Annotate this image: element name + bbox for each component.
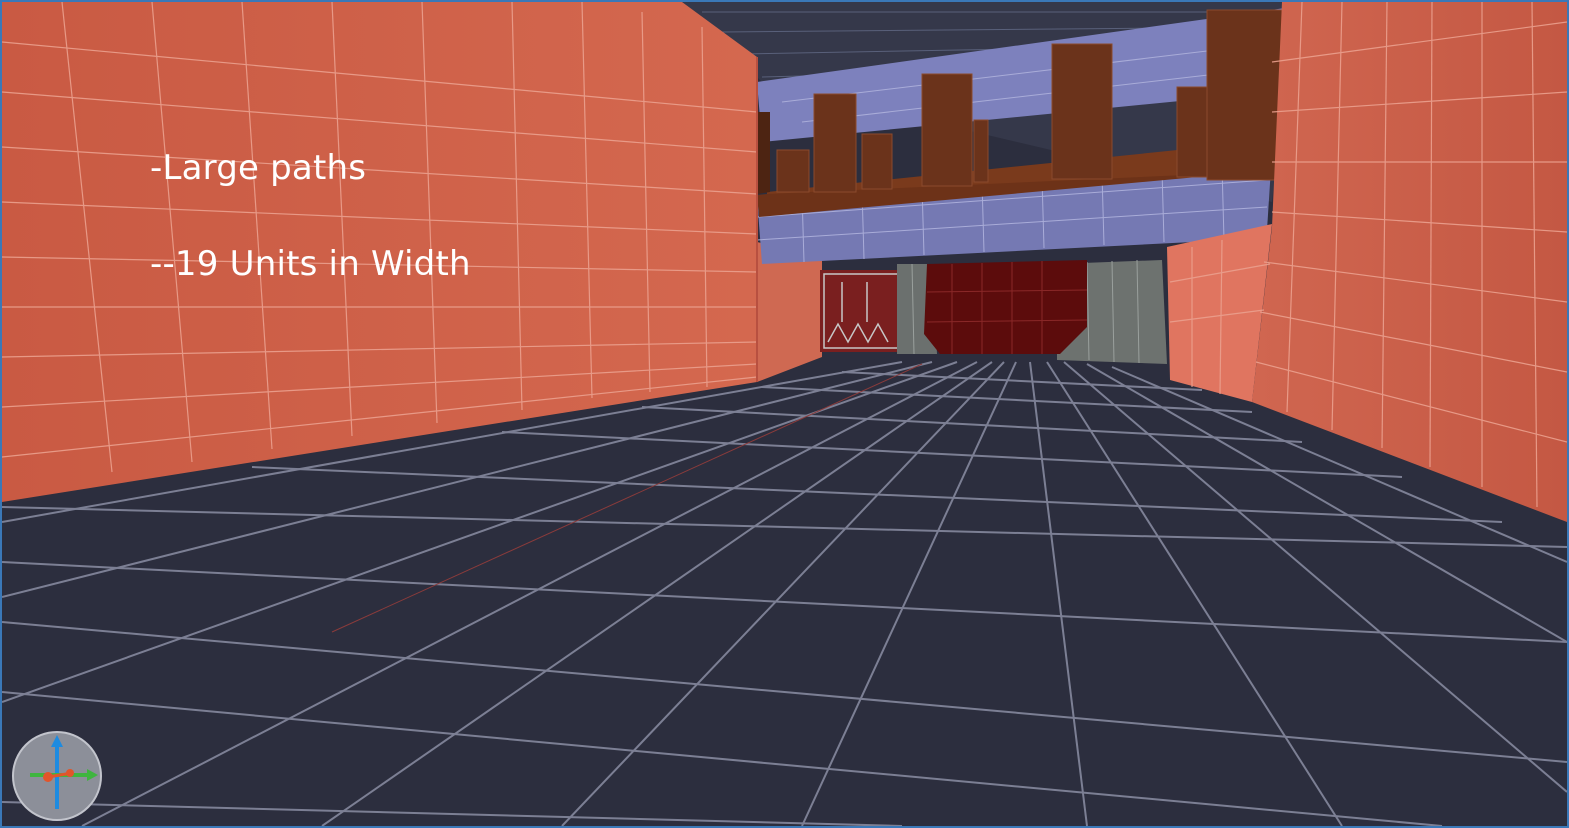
axis-gizmo-icon[interactable] <box>10 729 104 823</box>
level-scene[interactable] <box>2 2 1567 826</box>
annotation-line-1: -Large paths <box>150 148 367 188</box>
doorway <box>924 260 1087 354</box>
pillar-shadow <box>757 112 770 194</box>
decorative-panel <box>820 270 902 352</box>
annotation-line-2: --19 Units in Width <box>150 244 471 284</box>
game-viewport[interactable]: -Large paths --19 Units in Width <box>0 0 1569 828</box>
